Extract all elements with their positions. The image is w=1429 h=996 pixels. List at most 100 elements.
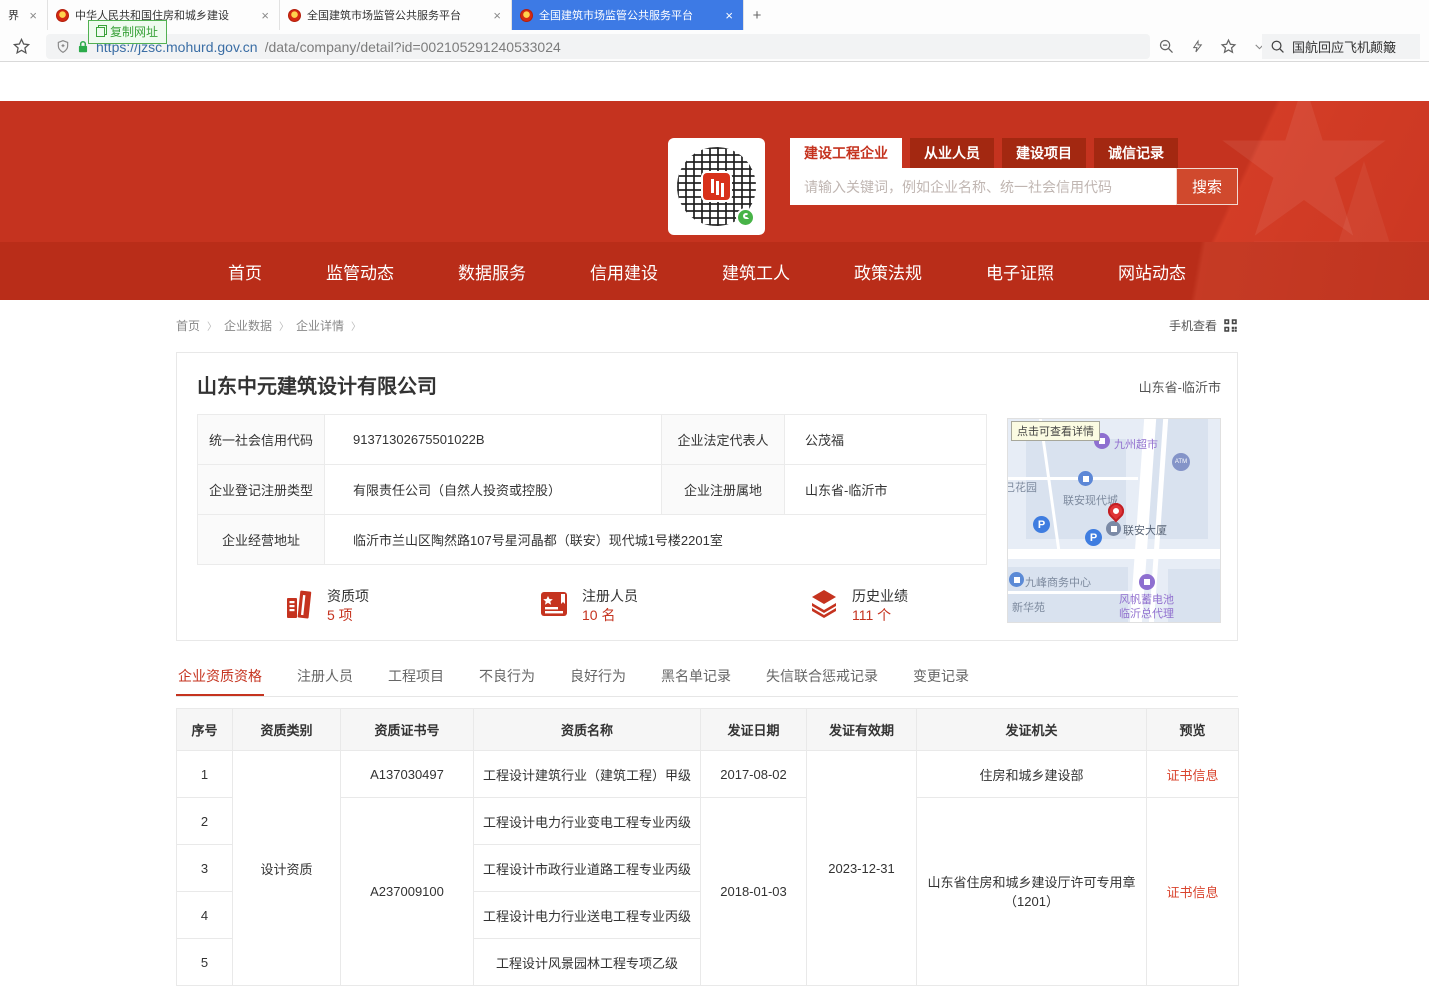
search-tab-personnel[interactable]: 从业人员 [910, 138, 994, 168]
bookmark-star-icon[interactable] [12, 37, 31, 56]
location-map[interactable]: 点击可查看详情 九州超市 ATM 己花园 联安现代城 联安大厦 P P 九峰商务… [1007, 418, 1221, 623]
company-info-table: 统一社会信用代码 91371302675501022B 企业法定代表人 公茂福 … [197, 414, 987, 565]
stat-value: 5 项 [327, 606, 369, 625]
table-header-row: 序号 资质类别 资质证书号 资质名称 发证日期 发证有效期 发证机关 预览 [177, 709, 1239, 751]
atm-marker-icon: ATM [1172, 453, 1190, 471]
tab-change-records[interactable]: 变更记录 [911, 660, 971, 696]
breadcrumb-company-data[interactable]: 企业数据 [224, 317, 272, 334]
breadcrumb-home[interactable]: 首页 [176, 317, 200, 334]
cell-no: 5 [177, 939, 233, 986]
company-name: 山东中元建筑设计有限公司 [197, 370, 437, 399]
map-label-xinhua: 新华苑 [1012, 599, 1045, 615]
search-category-tabs: 建设工程企业 从业人员 建设项目 诚信记录 [790, 138, 1238, 168]
qr-center-logo [701, 171, 732, 202]
tab-bad-behavior[interactable]: 不良行为 [477, 660, 537, 696]
col-header-cert-no: 资质证书号 [341, 709, 474, 751]
keyword-search-input[interactable] [790, 168, 1176, 205]
close-icon[interactable]: × [723, 9, 735, 22]
nav-item-credit[interactable]: 信用建设 [590, 259, 658, 284]
tab-good-behavior[interactable]: 良好行为 [568, 660, 628, 696]
company-stats: 资质项5 项 注册人员10 名 历史业绩111 个 [177, 581, 997, 637]
col-header-preview: 预览 [1147, 709, 1239, 751]
search-tab-enterprise[interactable]: 建设工程企业 [790, 138, 902, 168]
battery-marker-icon [1139, 574, 1155, 590]
cell-category: 设计资质 [233, 751, 341, 986]
mobile-view-label[interactable]: 手机查看 [1169, 317, 1217, 334]
breadcrumb-company-detail[interactable]: 企业详情 [296, 317, 344, 334]
qualification-table: 序号 资质类别 资质证书号 资质名称 发证日期 发证有效期 发证机关 预览 1 … [176, 708, 1239, 986]
col-header-name: 资质名称 [474, 709, 701, 751]
nav-item-workers[interactable]: 建筑工人 [722, 259, 790, 284]
search-icon [1270, 39, 1285, 54]
col-header-no: 序号 [177, 709, 233, 751]
browser-chrome: 界 × 中华人民共和国住房和城乡建设 × 全国建筑市场监管公共服务平台 × 全国… [0, 0, 1429, 62]
legal-rep-value: 公茂福 [785, 415, 987, 465]
hot-search-box[interactable]: 国航回应飞机颠簸 [1262, 34, 1420, 59]
tab-qualifications[interactable]: 企业资质资格 [176, 660, 264, 696]
lightning-icon[interactable] [1191, 38, 1204, 55]
nav-item-supervision[interactable]: 监管动态 [326, 259, 394, 284]
tab-title: 全国建筑市场监管公共服务平台 [539, 7, 717, 23]
search-tab-project[interactable]: 建设项目 [1002, 138, 1086, 168]
address-value: 临沂市兰山区陶然路107号星河晶都（联安）现代城1号楼2201室 [325, 515, 987, 565]
nav-item-data[interactable]: 数据服务 [458, 259, 526, 284]
stat-label: 注册人员 [582, 587, 638, 606]
search-button[interactable]: 搜索 [1176, 168, 1238, 205]
cell-no: 4 [177, 892, 233, 939]
tab-projects[interactable]: 工程项目 [386, 660, 446, 696]
tab-registered-personnel[interactable]: 注册人员 [295, 660, 355, 696]
cell-authority: 住房和城乡建设部 [917, 751, 1147, 798]
star-decoration [1219, 101, 1389, 242]
copy-url-tooltip-label: 复制网址 [110, 23, 158, 40]
favorite-star-icon[interactable] [1220, 38, 1237, 55]
url-field[interactable]: https://jzsc.mohurd.gov.cn/data/company/… [46, 34, 1150, 59]
map-block [1168, 569, 1221, 623]
site-favicon-icon [56, 9, 69, 22]
breadcrumb-separator: 〉 [351, 318, 361, 333]
map-label-business-center: 九峰商务中心 [1025, 574, 1091, 590]
qr-code-icon[interactable] [1223, 318, 1238, 333]
table-row: 1 设计资质 A137030497 工程设计建筑行业（建筑工程）甲级 2017-… [177, 751, 1239, 798]
cell-name: 工程设计建筑行业（建筑工程）甲级 [474, 751, 701, 798]
col-header-issue-date: 发证日期 [701, 709, 807, 751]
tab-blacklist[interactable]: 黑名单记录 [659, 660, 733, 696]
nav-item-news[interactable]: 网站动态 [1118, 259, 1186, 284]
tab-dishonesty[interactable]: 失信联合惩戒记录 [764, 660, 880, 696]
cell-no: 1 [177, 751, 233, 798]
building-marker-icon [1078, 471, 1093, 486]
new-tab-button[interactable]: + [744, 0, 770, 30]
nav-item-license[interactable]: 电子证照 [986, 259, 1054, 284]
main-navigation: 首页 监管动态 数据服务 信用建设 建筑工人 政策法规 电子证照 网站动态 [0, 242, 1429, 300]
browser-tab-jzsc[interactable]: 全国建筑市场监管公共服务平台 × [280, 0, 512, 30]
reg-area-label: 企业注册属地 [662, 465, 785, 515]
stat-qualifications: 资质项5 项 [282, 587, 369, 625]
browser-tab-active[interactable]: 全国建筑市场监管公共服务平台 × [512, 0, 744, 30]
header-search-module: 建设工程企业 从业人员 建设项目 诚信记录 搜索 [790, 138, 1238, 205]
tab-title: 界 [8, 7, 21, 23]
nav-item-policy[interactable]: 政策法规 [854, 259, 922, 284]
parking-marker-icon: P [1033, 516, 1050, 533]
close-icon[interactable]: × [491, 9, 503, 22]
nav-item-home[interactable]: 首页 [228, 259, 262, 284]
shield-icon[interactable] [56, 39, 70, 54]
stat-label: 历史业绩 [852, 587, 908, 606]
company-detail-card: 山东中元建筑设计有限公司 山东省-临沂市 统一社会信用代码 9137130267… [176, 352, 1238, 641]
map-label-supermarket: 九州超市 [1114, 436, 1158, 452]
browser-tab-partial[interactable]: 界 × [0, 0, 48, 30]
star-decoration [1249, 161, 1429, 242]
authority-line1: 山东省住房和城乡建设厅许可专用章 [917, 873, 1146, 892]
cell-name: 工程设计电力行业变电工程专业丙级 [474, 798, 701, 845]
toolbar-icons [1158, 30, 1266, 62]
stat-history-performance: 历史业绩111 个 [807, 587, 908, 625]
cell-name: 工程设计市政行业道路工程专业丙级 [474, 845, 701, 892]
col-header-authority: 发证机关 [917, 709, 1147, 751]
certificate-info-link[interactable]: 证书信息 [1166, 885, 1218, 900]
search-tab-credit[interactable]: 诚信记录 [1094, 138, 1178, 168]
close-icon[interactable]: × [27, 9, 39, 22]
certificate-info-link[interactable]: 证书信息 [1166, 768, 1218, 783]
browser-window: 界 × 中华人民共和国住房和城乡建设 × 全国建筑市场监管公共服务平台 × 全国… [0, 0, 1429, 996]
close-icon[interactable]: × [259, 9, 271, 22]
address-label: 企业经营地址 [198, 515, 325, 565]
zoom-out-icon[interactable] [1158, 38, 1175, 55]
site-favicon-icon [288, 9, 301, 22]
